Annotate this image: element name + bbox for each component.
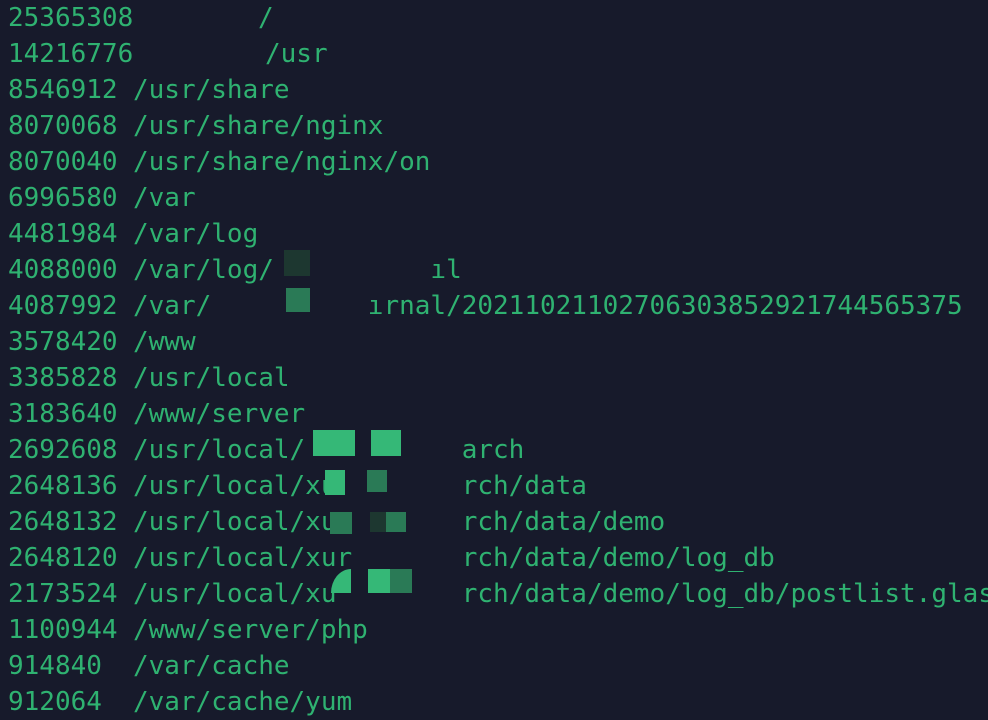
artifact-block bbox=[330, 512, 352, 534]
artifact-block bbox=[284, 250, 310, 276]
size-value: 912064 bbox=[8, 687, 102, 717]
path-value: /var/cache/yum bbox=[133, 687, 353, 717]
size-value: 4088000 bbox=[8, 255, 118, 285]
path-value: /usr/share bbox=[133, 75, 290, 105]
path-value: / bbox=[258, 3, 274, 33]
size-value: 3385828 bbox=[8, 363, 118, 393]
path-value: /usr/local bbox=[133, 363, 290, 393]
table-row: 2648136/usr/local/xu rch/data bbox=[0, 468, 988, 504]
table-row: 1100944/www/server/php bbox=[0, 612, 988, 648]
table-row: 4087992/var/ ırnal/202110211027063038529… bbox=[0, 288, 988, 324]
size-value: 8546912 bbox=[8, 75, 118, 105]
path-value: /var/cache bbox=[133, 651, 290, 681]
artifact-block bbox=[325, 470, 345, 495]
artifact-block bbox=[286, 288, 310, 312]
size-value: 2648132 bbox=[8, 507, 118, 537]
path-value: /var bbox=[133, 183, 196, 213]
size-value: 2692608 bbox=[8, 435, 118, 465]
size-value: 1100944 bbox=[8, 615, 118, 645]
size-value: 4481984 bbox=[8, 219, 118, 249]
artifact-block bbox=[370, 512, 386, 532]
table-row: 25365308 / bbox=[0, 0, 988, 36]
artifact-block bbox=[390, 569, 412, 593]
path-value: /usr/local/xu rch/data bbox=[133, 471, 587, 501]
terminal-output[interactable]: 25365308/14216776/usr 8546912/usr/share 80… bbox=[0, 0, 988, 717]
size-value: 14216776 bbox=[8, 39, 134, 69]
table-row: 4481984/var/log bbox=[0, 216, 988, 252]
table-row: 14216776/usr bbox=[0, 36, 988, 72]
path-value: /usr/share/nginx bbox=[133, 111, 384, 141]
artifact-block bbox=[386, 512, 406, 532]
table-row: 2692608/usr/local/ arch bbox=[0, 432, 988, 468]
table-row: 8546912/usr/share bbox=[0, 72, 988, 108]
path-value: /usr/local/xu rch/data/demo/log_db/postl… bbox=[133, 579, 988, 609]
table-row: 2173524/usr/local/xu rch/data/demo/log_d… bbox=[0, 576, 988, 612]
size-value: 914840 bbox=[8, 651, 102, 681]
table-row: 3385828/usr/local bbox=[0, 360, 988, 396]
table-row: 8070068/usr/share/nginx bbox=[0, 108, 988, 144]
size-value: 2648136 bbox=[8, 471, 118, 501]
path-value: /www/server/php bbox=[133, 615, 368, 645]
size-value: 8070068 bbox=[8, 111, 118, 141]
path-value: /www bbox=[133, 327, 196, 357]
table-row: 3578420/www bbox=[0, 324, 988, 360]
path-value: /usr bbox=[265, 39, 328, 69]
size-value: 25365308 bbox=[8, 3, 134, 33]
table-row: 912064/var/cache/yum bbox=[0, 684, 988, 720]
table-row: 2648132/usr/local/xu rch/data/demo bbox=[0, 504, 988, 540]
size-value: 4087992 bbox=[8, 291, 118, 321]
table-row: 2648120/usr/local/xur rch/data/demo/log_… bbox=[0, 540, 988, 576]
artifact-block bbox=[371, 430, 401, 456]
path-value: /www/server bbox=[133, 399, 306, 429]
size-value: 3183640 bbox=[8, 399, 118, 429]
table-row: 6996580/var bbox=[0, 180, 988, 216]
size-value: 2173524 bbox=[8, 579, 118, 609]
size-value: 6996580 bbox=[8, 183, 118, 213]
table-row: 3183640/www/server bbox=[0, 396, 988, 432]
artifact-block bbox=[367, 470, 387, 492]
table-row: 4088000/var/log/ ıl bbox=[0, 252, 988, 288]
path-value: /usr/local/xur rch/data/demo/log_db bbox=[133, 543, 775, 573]
size-value: 3578420 bbox=[8, 327, 118, 357]
size-value: 2648120 bbox=[8, 543, 118, 573]
size-value: 8070040 bbox=[8, 147, 118, 177]
table-row: 914840/var/cache bbox=[0, 648, 988, 684]
path-value: /var/log bbox=[133, 219, 259, 249]
artifact-block bbox=[368, 569, 390, 593]
path-value: /var/ ırnal/2021102110270630385292174456… bbox=[133, 291, 963, 321]
path-value: /usr/share/nginx/on bbox=[133, 147, 431, 177]
table-row: 8070040/usr/share/nginx/on bbox=[0, 144, 988, 180]
artifact-block bbox=[313, 430, 355, 456]
